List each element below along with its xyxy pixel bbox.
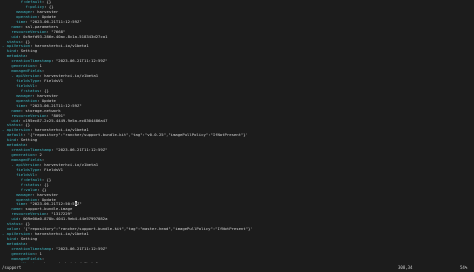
yaml-value: "2023-06-21T11:12:59Z" xyxy=(53,58,108,64)
status-line: /support 308,34 54% xyxy=(0,263,474,272)
editor-buffer[interactable]: f:default: {} f:policy: {} manager: harv… xyxy=(2,0,472,263)
yaml-value: c195ec87-2c25-4449-9e5a-ec8304486a47 xyxy=(20,117,108,123)
yaml-value: harvesterhci.io/v1beta1 xyxy=(32,231,89,237)
terminal-window[interactable]: f:default: {} f:policy: {} manager: harv… xyxy=(0,0,474,272)
search-command[interactable]: /support xyxy=(2,263,21,272)
yaml-value-tail: Z" xyxy=(76,201,82,207)
yaml-value: "2023-06-21T11:12:59Z" xyxy=(53,245,108,251)
yaml-value: 009e00a0-878b-4041-9eb4-44e57997082a xyxy=(20,216,108,222)
yaml-value: "2023-06-21T11:12:59Z" xyxy=(53,147,108,153)
cursor-position: 308,34 xyxy=(398,265,413,270)
yaml-value: FieldsV1 xyxy=(41,78,63,83)
yaml-value: 0c9efd93-286e-40ac-8c1a-518343d27ca1 xyxy=(20,33,108,39)
yaml-value: '{"repository":"rancher/support-bundle-k… xyxy=(25,132,248,138)
scroll-percent: 54% xyxy=(460,265,468,270)
yaml-value: harvesterhci.io/v1beta1 xyxy=(32,43,89,49)
yaml-value: FieldsV1 xyxy=(41,166,63,172)
